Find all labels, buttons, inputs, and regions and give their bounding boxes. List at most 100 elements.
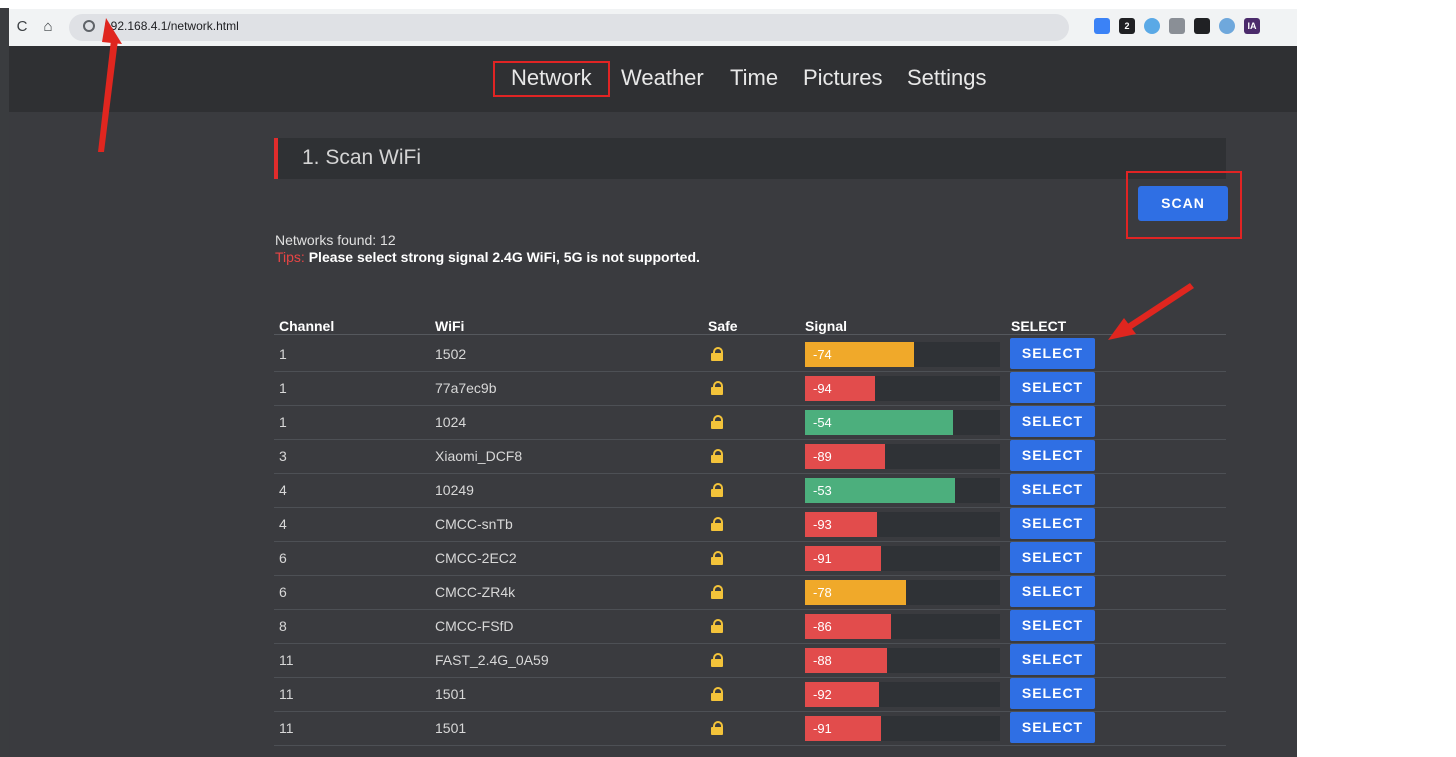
ext-3-icon[interactable] [1144,18,1160,34]
signal-value: -74 [813,347,832,362]
lock-icon [711,687,723,701]
tips-text: Tips: Please select strong signal 2.4G W… [275,249,700,265]
wifi-name-cell: CMCC-2EC2 [435,550,517,566]
channel-cell: 1 [279,346,287,362]
browser-window: C ⌂ 192.168.4.1/network.html 2 IA Network… [9,9,1297,757]
header-wifi: WiFi [435,318,465,334]
select-button[interactable]: SELECT [1010,644,1095,675]
home-icon[interactable]: ⌂ [39,18,57,36]
header-select: SELECT [1011,318,1067,334]
nav-weather[interactable]: Weather [621,65,704,91]
channel-cell: 11 [279,652,294,668]
lock-icon [711,653,723,667]
nav-network[interactable]: Network [511,65,592,91]
browser-toolbar: C ⌂ 192.168.4.1/network.html 2 IA [9,9,1297,46]
signal-bar: -74 [805,342,1000,367]
table-row: 8 CMCC-FSfD -86 SELECT [274,609,1226,644]
select-button[interactable]: SELECT [1010,508,1095,539]
url-text[interactable]: 192.168.4.1/network.html [104,19,239,33]
signal-bar: -92 [805,682,1000,707]
signal-bar: -78 [805,580,1000,605]
select-button[interactable]: SELECT [1010,372,1095,403]
signal-bar-fill: -92 [805,682,880,707]
extensions-bar: 2 IA [1094,18,1260,36]
wifi-name-cell: FAST_2.4G_0A59 [435,652,549,668]
select-button[interactable]: SELECT [1010,440,1095,471]
signal-bar-fill: -54 [805,410,954,435]
select-button[interactable]: SELECT [1010,678,1095,709]
channel-cell: 11 [279,686,294,702]
signal-bar-fill: -89 [805,444,885,469]
top-margin [0,0,1456,8]
lock-icon [711,415,723,429]
signal-value: -94 [813,381,832,396]
header-channel: Channel [279,318,335,334]
table-row: 4 CMCC-snTb -93 SELECT [274,507,1226,542]
channel-cell: 1 [279,380,287,396]
channel-cell: 6 [279,584,287,600]
signal-value: -93 [813,517,832,532]
signal-bar-fill: -94 [805,376,876,401]
ext-7-icon[interactable]: IA [1244,18,1260,34]
signal-value: -91 [813,721,832,736]
signal-value: -91 [813,551,832,566]
channel-cell: 4 [279,516,287,532]
signal-bar-fill: -78 [805,580,907,605]
channel-cell: 11 [279,720,294,736]
signal-bar: -89 [805,444,1000,469]
table-row: 11 1501 -91 SELECT [274,711,1226,746]
select-button[interactable]: SELECT [1010,406,1095,437]
signal-bar-fill: -53 [805,478,956,503]
reload-icon[interactable]: C [13,18,31,36]
wifi-name-cell: 1501 [435,720,467,736]
lock-icon [711,517,723,531]
ext-1-icon[interactable] [1094,18,1110,34]
signal-value: -86 [813,619,832,634]
table-row: 1 1024 -54 SELECT [274,405,1226,440]
select-button[interactable]: SELECT [1010,610,1095,641]
table-row: 11 FAST_2.4G_0A59 -88 SELECT [274,643,1226,678]
channel-cell: 3 [279,448,287,464]
channel-cell: 6 [279,550,287,566]
section-header: 1. Scan WiFi [274,138,1226,179]
signal-value: -78 [813,585,832,600]
select-button[interactable]: SELECT [1010,712,1095,743]
select-button[interactable]: SELECT [1010,576,1095,607]
signal-bar: -88 [805,648,1000,673]
header-signal: Signal [805,318,848,334]
select-button[interactable]: SELECT [1010,542,1095,573]
nav-time[interactable]: Time [730,65,778,91]
wifi-name-cell: 1501 [435,686,467,702]
signal-bar-fill: -93 [805,512,878,537]
scan-button[interactable]: SCAN [1138,186,1228,221]
ext-5-icon[interactable] [1194,18,1210,34]
select-button[interactable]: SELECT [1010,474,1095,505]
signal-value: -92 [813,687,832,702]
networks-found: Networks found: 12 [275,232,396,248]
site-info-icon[interactable] [83,20,95,32]
select-button[interactable]: SELECT [1010,338,1095,369]
signal-bar-fill: -91 [805,546,882,571]
ext-2-icon[interactable]: 2 [1119,18,1135,34]
page-content: Network Weather Time Pictures Settings 1… [9,46,1297,757]
nav-settings[interactable]: Settings [907,65,987,91]
lock-icon [711,619,723,633]
wifi-name-cell: Xiaomi_DCF8 [435,448,523,464]
wifi-name-cell: CMCC-ZR4k [435,584,516,600]
nav-pictures[interactable]: Pictures [803,65,882,91]
ext-4-icon[interactable] [1169,18,1185,34]
wifi-name-cell: CMCC-FSfD [435,618,514,634]
table-row: 6 CMCC-ZR4k -78 SELECT [274,575,1226,610]
ext-6-icon[interactable] [1219,18,1235,34]
screenshot-frame: C ⌂ 192.168.4.1/network.html 2 IA Network… [0,0,1456,757]
top-nav: Network Weather Time Pictures Settings [9,46,1297,112]
tips-label: Tips: [275,249,305,265]
table-row: 4 10249 -53 SELECT [274,473,1226,508]
lock-icon [711,551,723,565]
signal-bar: -94 [805,376,1000,401]
table-row: 1 77a7ec9b -94 SELECT [274,371,1226,406]
table-row: 6 CMCC-2EC2 -91 SELECT [274,541,1226,576]
wifi-name-cell: 1502 [435,346,467,362]
address-bar[interactable]: 192.168.4.1/network.html [69,14,1069,41]
channel-cell: 8 [279,618,287,634]
